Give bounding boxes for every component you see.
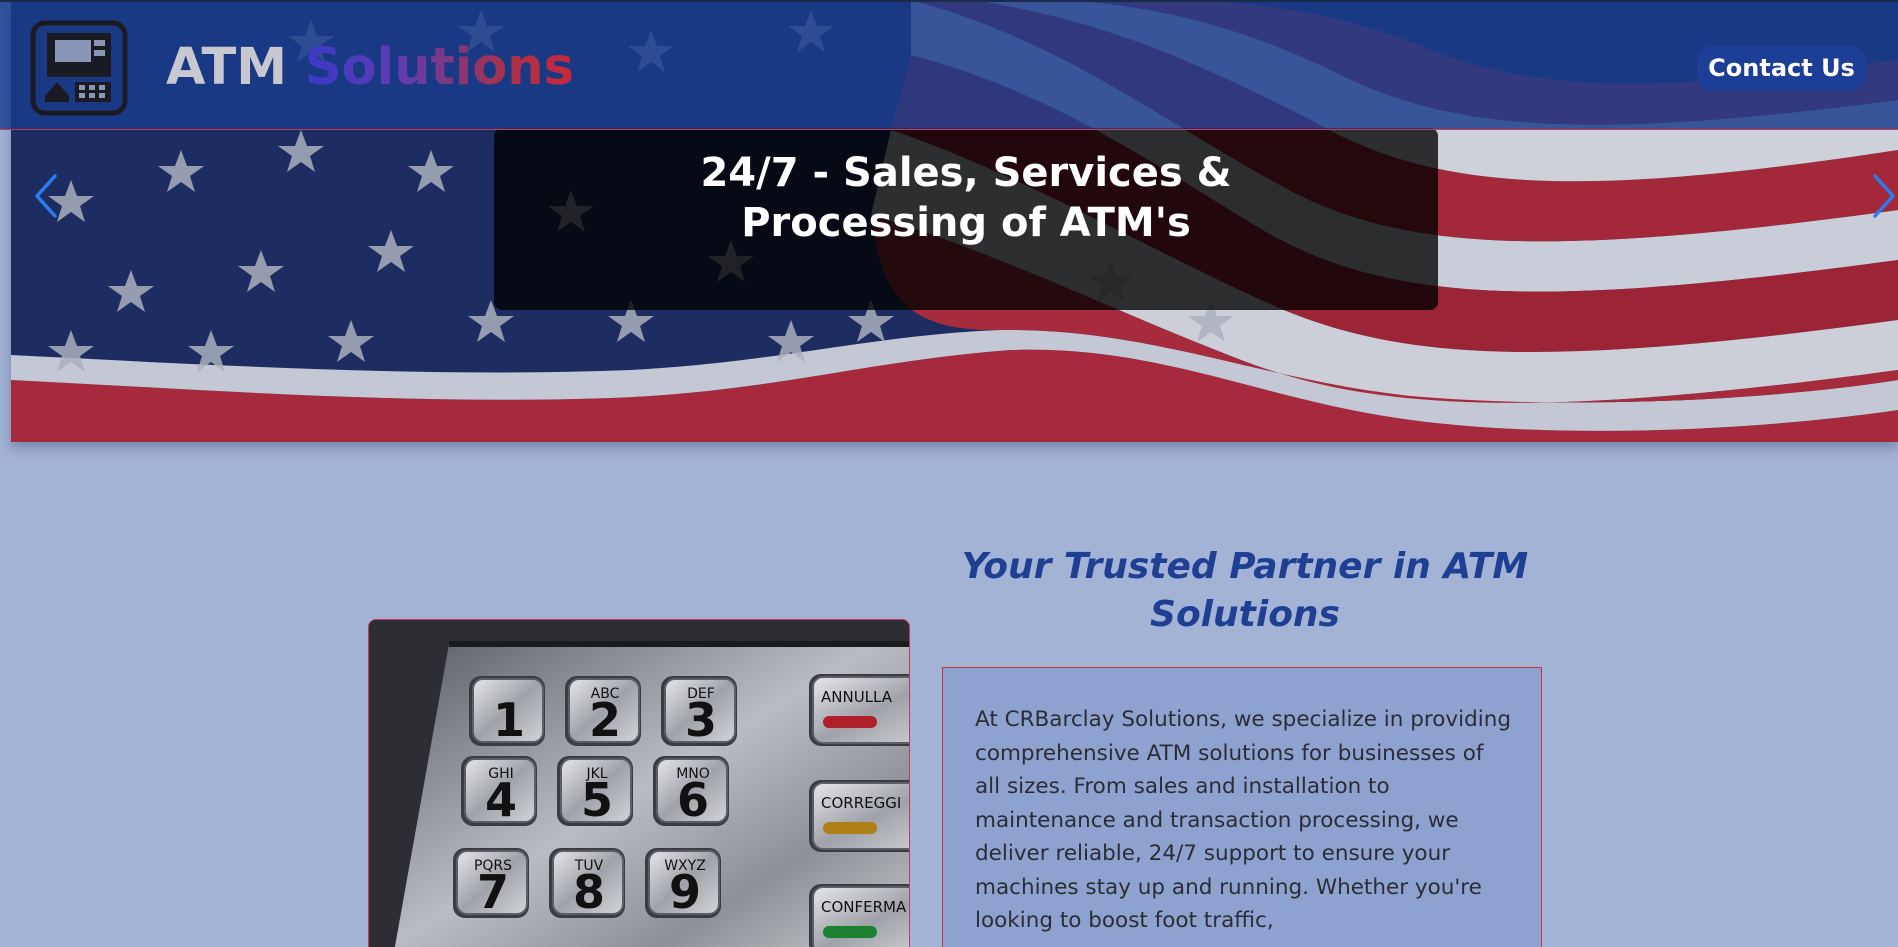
svg-text:5: 5 [581, 773, 613, 827]
keypad-key-1: 1 [469, 676, 545, 747]
keypad-key-5: JKL5 [557, 756, 633, 827]
keypad-key-3: DEF3 [661, 676, 737, 747]
keypad-side-key-correggi: CORREGGI [809, 780, 909, 852]
keypad-side-key-conferma: CONFERMA [809, 884, 909, 947]
svg-text:1: 1 [493, 693, 525, 747]
section-title: Your Trusted Partner in ATM Solutions [961, 546, 1529, 635]
svg-text:ANNULLA: ANNULLA [821, 688, 893, 706]
about-text-panel: At CRBarclay Solutions, we specialize in… [942, 667, 1542, 947]
keypad-key-6: MNO6 [653, 756, 729, 827]
contact-us-button[interactable]: Contact Us [1697, 46, 1866, 90]
brand-text-solutions: Solutions [304, 38, 574, 97]
svg-text:7: 7 [477, 865, 509, 919]
brand-logo-text[interactable]: ATM Solutions [166, 38, 574, 98]
svg-text:CORREGGI: CORREGGI [821, 794, 901, 812]
carousel-next-button[interactable] [1864, 168, 1898, 224]
hero-caption: 24/7 - Sales, Services & Processing of A… [700, 150, 1232, 246]
svg-text:2: 2 [589, 693, 621, 747]
keypad-key-7: PQRS7 [453, 848, 529, 919]
chevron-left-icon [35, 174, 57, 218]
svg-text:6: 6 [677, 773, 709, 827]
keypad-side-key-annulla: ANNULLA [809, 674, 909, 746]
carousel-prev-button[interactable] [26, 168, 66, 224]
svg-text:CONFERMA: CONFERMA [821, 898, 907, 916]
keypad-key-4: GHI4 [461, 756, 537, 827]
site-header: ATM Solutions Contact Us [0, 0, 1898, 130]
keypad-key-9: WXYZ9 [645, 848, 721, 919]
hero-caption-box: 24/7 - Sales, Services & Processing of A… [494, 128, 1438, 310]
chevron-right-icon [1873, 174, 1895, 218]
atm-machine-icon[interactable] [30, 20, 128, 116]
keypad-key-8: TUV8 [549, 848, 625, 919]
keypad-key-2: ABC2 [565, 676, 641, 747]
brand-text-atm: ATM [166, 38, 305, 97]
svg-text:9: 9 [669, 865, 701, 919]
about-paragraph: At CRBarclay Solutions, we specialize in… [975, 707, 1511, 933]
atm-keypad-image: 1 ABC 2 DEF 3 GHI 4 JKL 5 MNO 6 PQRS 7 TUV 8 WXYZ 9 ANNU… [368, 619, 910, 947]
svg-text:8: 8 [573, 865, 605, 919]
svg-text:4: 4 [485, 773, 517, 827]
svg-text:3: 3 [685, 693, 717, 747]
